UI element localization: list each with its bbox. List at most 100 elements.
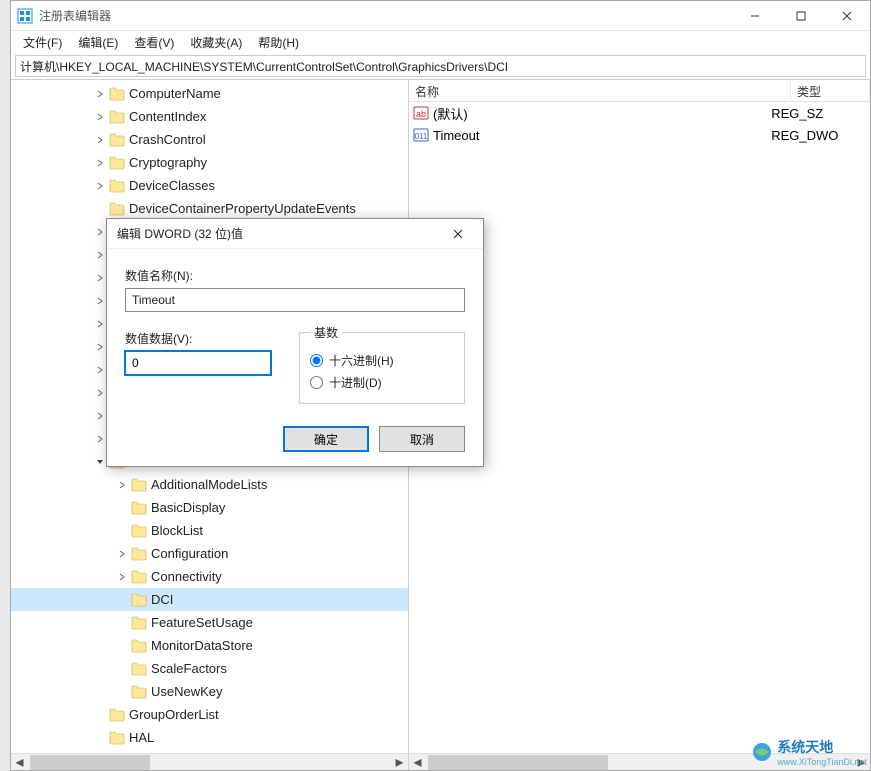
tree-item[interactable]: GroupOrderList bbox=[11, 703, 408, 726]
tree-item[interactable]: Configuration bbox=[11, 542, 408, 565]
dialog-title: 编辑 DWORD (32 位)值 bbox=[117, 225, 243, 242]
chevron-right-icon[interactable] bbox=[115, 501, 129, 515]
edit-dword-dialog: 编辑 DWORD (32 位)值 数值名称(N): 数值数据(V): 基数 十六… bbox=[106, 218, 484, 467]
radix-dec-option[interactable]: 十进制(D) bbox=[310, 371, 454, 393]
value-data-field[interactable] bbox=[125, 351, 271, 375]
menu-help[interactable]: 帮助(H) bbox=[250, 32, 307, 53]
tree-item[interactable]: FeatureSetUsage bbox=[11, 611, 408, 634]
chevron-right-icon[interactable] bbox=[93, 225, 107, 239]
chevron-right-icon[interactable] bbox=[93, 271, 107, 285]
cell-name: 011 Timeout bbox=[413, 127, 771, 143]
minimize-button[interactable] bbox=[732, 1, 778, 31]
address-bar[interactable]: 计算机\HKEY_LOCAL_MACHINE\SYSTEM\CurrentCon… bbox=[15, 55, 866, 77]
tree-item-label: BlockList bbox=[151, 523, 203, 538]
scroll-left-icon[interactable]: ◂ bbox=[11, 754, 28, 771]
menu-view[interactable]: 查看(V) bbox=[126, 32, 182, 53]
value-name-label: 数值名称(N): bbox=[125, 267, 465, 284]
chevron-right-icon[interactable] bbox=[115, 685, 129, 699]
tree-item[interactable]: BasicDisplay bbox=[11, 496, 408, 519]
tree-item-label: MonitorDataStore bbox=[151, 638, 253, 653]
menu-edit[interactable]: 编辑(E) bbox=[70, 32, 126, 53]
scroll-left-icon[interactable]: ◂ bbox=[409, 754, 426, 771]
maximize-button[interactable] bbox=[778, 1, 824, 31]
list-rows: ab(默认)REG_SZ 011 Timeout REG_DWO bbox=[409, 102, 870, 146]
scroll-thumb[interactable] bbox=[30, 755, 150, 770]
radix-hex-option[interactable]: 十六进制(H) bbox=[310, 349, 454, 371]
watermark-main: 系统天地 bbox=[777, 739, 833, 755]
close-button[interactable] bbox=[824, 1, 870, 31]
chevron-right-icon[interactable] bbox=[93, 202, 107, 216]
tree-h-scrollbar[interactable]: ◂ ▸ bbox=[11, 753, 408, 770]
app-title: 注册表编辑器 bbox=[39, 7, 732, 24]
chevron-right-icon[interactable] bbox=[93, 340, 107, 354]
chevron-right-icon[interactable] bbox=[93, 133, 107, 147]
cancel-button[interactable]: 取消 bbox=[379, 426, 465, 452]
chevron-right-icon[interactable] bbox=[115, 593, 129, 607]
value-name-field[interactable] bbox=[125, 288, 465, 312]
ok-button[interactable]: 确定 bbox=[283, 426, 369, 452]
chevron-right-icon[interactable] bbox=[93, 363, 107, 377]
tree-item[interactable]: Connectivity bbox=[11, 565, 408, 588]
chevron-right-icon[interactable] bbox=[115, 478, 129, 492]
list-row[interactable]: 011 Timeout REG_DWO bbox=[409, 124, 870, 146]
titlebar[interactable]: 注册表编辑器 bbox=[11, 1, 870, 31]
chevron-right-icon[interactable] bbox=[93, 731, 107, 745]
chevron-right-icon[interactable] bbox=[93, 110, 107, 124]
chevron-right-icon[interactable] bbox=[115, 616, 129, 630]
tree-item[interactable]: UseNewKey bbox=[11, 680, 408, 703]
chevron-right-icon[interactable] bbox=[93, 87, 107, 101]
chevron-right-icon[interactable] bbox=[115, 639, 129, 653]
address-text: 计算机\HKEY_LOCAL_MACHINE\SYSTEM\CurrentCon… bbox=[20, 58, 508, 75]
value-name: (默认) bbox=[433, 104, 468, 123]
tree-item[interactable]: ScaleFactors bbox=[11, 657, 408, 680]
chevron-right-icon[interactable] bbox=[115, 662, 129, 676]
menu-file[interactable]: 文件(F) bbox=[15, 32, 70, 53]
chevron-right-icon[interactable] bbox=[93, 409, 107, 423]
chevron-right-icon[interactable] bbox=[115, 524, 129, 538]
tree-item[interactable]: Cryptography bbox=[11, 151, 408, 174]
radix-hex-radio[interactable] bbox=[310, 354, 323, 367]
chevron-right-icon[interactable] bbox=[93, 386, 107, 400]
chevron-right-icon[interactable] bbox=[93, 179, 107, 193]
tree-item-label: ScaleFactors bbox=[151, 661, 227, 676]
dialog-body: 数值名称(N): 数值数据(V): 基数 十六进制(H) 十进制(D) bbox=[107, 249, 483, 416]
tree-item[interactable]: DeviceContainerPropertyUpdateEvents bbox=[11, 197, 408, 220]
chevron-right-icon[interactable] bbox=[93, 317, 107, 331]
tree-item-label: Configuration bbox=[151, 546, 228, 561]
chevron-right-icon[interactable] bbox=[115, 547, 129, 561]
chevron-right-icon[interactable] bbox=[115, 570, 129, 584]
tree-item-label: ContentIndex bbox=[129, 109, 206, 124]
col-name[interactable]: 名称 bbox=[409, 80, 791, 101]
tree-item[interactable]: BlockList bbox=[11, 519, 408, 542]
list-row[interactable]: ab(默认)REG_SZ bbox=[409, 102, 870, 124]
scroll-right-icon[interactable]: ▸ bbox=[391, 754, 408, 771]
tree-item[interactable]: DCI bbox=[11, 588, 408, 611]
globe-icon bbox=[751, 741, 773, 763]
chevron-right-icon[interactable] bbox=[93, 294, 107, 308]
tree-item[interactable]: CrashControl bbox=[11, 128, 408, 151]
chevron-down-icon[interactable] bbox=[93, 455, 107, 469]
watermark-sub: www.XiTongTianDi.net bbox=[777, 757, 867, 767]
col-type[interactable]: 类型 bbox=[791, 80, 870, 101]
dialog-close-button[interactable] bbox=[443, 219, 473, 249]
scroll-thumb[interactable] bbox=[428, 755, 608, 770]
svg-text:011: 011 bbox=[415, 132, 428, 141]
tree-item[interactable]: DeviceClasses bbox=[11, 174, 408, 197]
tree-item[interactable]: ContentIndex bbox=[11, 105, 408, 128]
value-name: Timeout bbox=[433, 128, 479, 143]
tree-item-label: Connectivity bbox=[151, 569, 222, 584]
list-header: 名称 类型 bbox=[409, 80, 870, 102]
radix-dec-radio[interactable] bbox=[310, 376, 323, 389]
tree-item[interactable]: HAL bbox=[11, 726, 408, 749]
chevron-right-icon[interactable] bbox=[93, 432, 107, 446]
chevron-right-icon[interactable] bbox=[93, 156, 107, 170]
tree-item[interactable]: ComputerName bbox=[11, 82, 408, 105]
radix-dec-label: 十进制(D) bbox=[329, 374, 382, 391]
value-type: REG_DWO bbox=[771, 128, 866, 143]
chevron-right-icon[interactable] bbox=[93, 708, 107, 722]
menu-favorites[interactable]: 收藏夹(A) bbox=[182, 32, 250, 53]
tree-item[interactable]: AdditionalModeLists bbox=[11, 473, 408, 496]
chevron-right-icon[interactable] bbox=[93, 248, 107, 262]
tree-item[interactable]: MonitorDataStore bbox=[11, 634, 408, 657]
dialog-titlebar[interactable]: 编辑 DWORD (32 位)值 bbox=[107, 219, 483, 249]
